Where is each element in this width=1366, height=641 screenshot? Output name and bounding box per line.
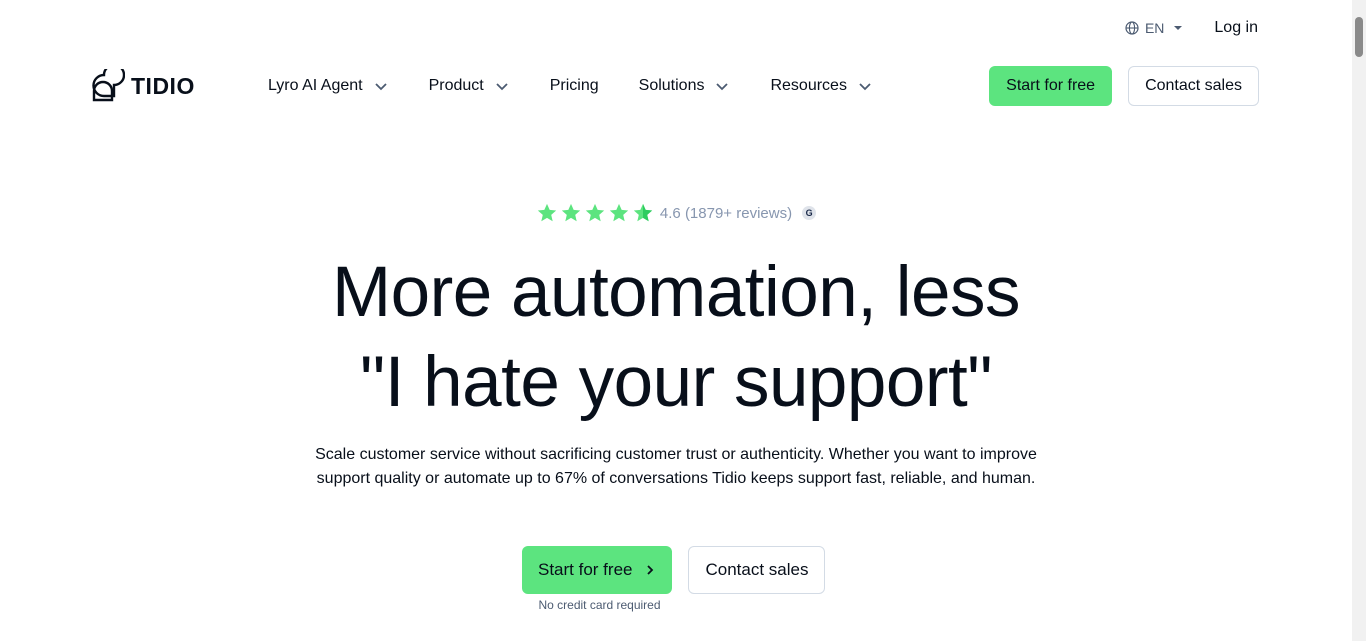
language-selector[interactable]: EN [1125,20,1186,36]
logo-icon [92,69,125,102]
chevron-down-icon [859,83,871,91]
nav-menu: Lyro AI Agent Product Pricing Solutions … [268,66,913,106]
nav-item-product[interactable]: Product [429,77,510,95]
hero-subtext: Scale customer service without sacrifici… [0,443,1352,491]
no-credit-card-note: No credit card required [538,598,661,612]
hero-headline: More automation, less "I hate your suppo… [0,248,1352,428]
utility-bar: EN Log in [1125,16,1258,40]
language-label: EN [1144,20,1165,36]
hero-contact-sales-button[interactable]: Contact sales [688,546,826,594]
chevron-down-icon [716,83,729,91]
subtext-line: Scale customer service without sacrifici… [315,446,1037,463]
chevron-down-icon [496,83,508,91]
hero-cta-group: Start for free Contact sales [522,546,826,594]
page: EN Log in TIDIO Lyro AI Agent Product Pr… [0,0,1366,641]
star-rating [536,202,654,224]
rating-text: 4.6 (1879+ reviews) [659,204,793,222]
nav-item-label: Resources [770,77,847,94]
nav-item-lyro[interactable]: Lyro AI Agent [268,77,389,95]
caret-down-icon [1174,26,1183,30]
nav-item-resources[interactable]: Resources [770,77,872,95]
button-label: Start for free [538,560,633,579]
nav-item-label: Product [428,77,484,94]
chevron-down-icon [374,83,387,91]
hero-start-for-free-button[interactable]: Start for free [522,546,673,594]
subtext-line: support quality or automate up to 67% of… [316,470,1036,487]
nav-cta-group: Start for free Contact sales [989,66,1259,106]
main-nav: TIDIO Lyro AI Agent Product Pricing Solu… [0,66,1352,106]
half-star-icon [633,203,653,222]
star-icon [585,203,605,222]
login-link[interactable]: Log in [1214,19,1258,37]
star-icon [537,203,557,222]
scrollbar[interactable] [1352,0,1366,641]
tidio-logo[interactable]: TIDIO [91,69,195,103]
start-for-free-button[interactable]: Start for free [989,66,1113,106]
contact-sales-button[interactable]: Contact sales [1128,66,1259,106]
globe-icon [1125,21,1139,35]
g2-icon: G [802,206,817,220]
nav-item-pricing[interactable]: Pricing [550,77,599,95]
logo-text: TIDIO [131,72,195,99]
chevron-right-icon [647,565,654,575]
headline-line: "I hate your support" [360,343,992,422]
nav-item-solutions[interactable]: Solutions [639,77,731,95]
nav-item-label: Lyro AI Agent [268,77,363,94]
rating-row: 4.6 (1879+ reviews) G [0,202,1352,224]
scrollbar-thumb[interactable] [1355,17,1363,57]
star-icon [609,203,629,222]
headline-line: More automation, less [332,253,1021,332]
star-icon [561,203,581,222]
nav-item-label: Pricing [549,77,599,94]
nav-item-label: Solutions [638,77,705,94]
